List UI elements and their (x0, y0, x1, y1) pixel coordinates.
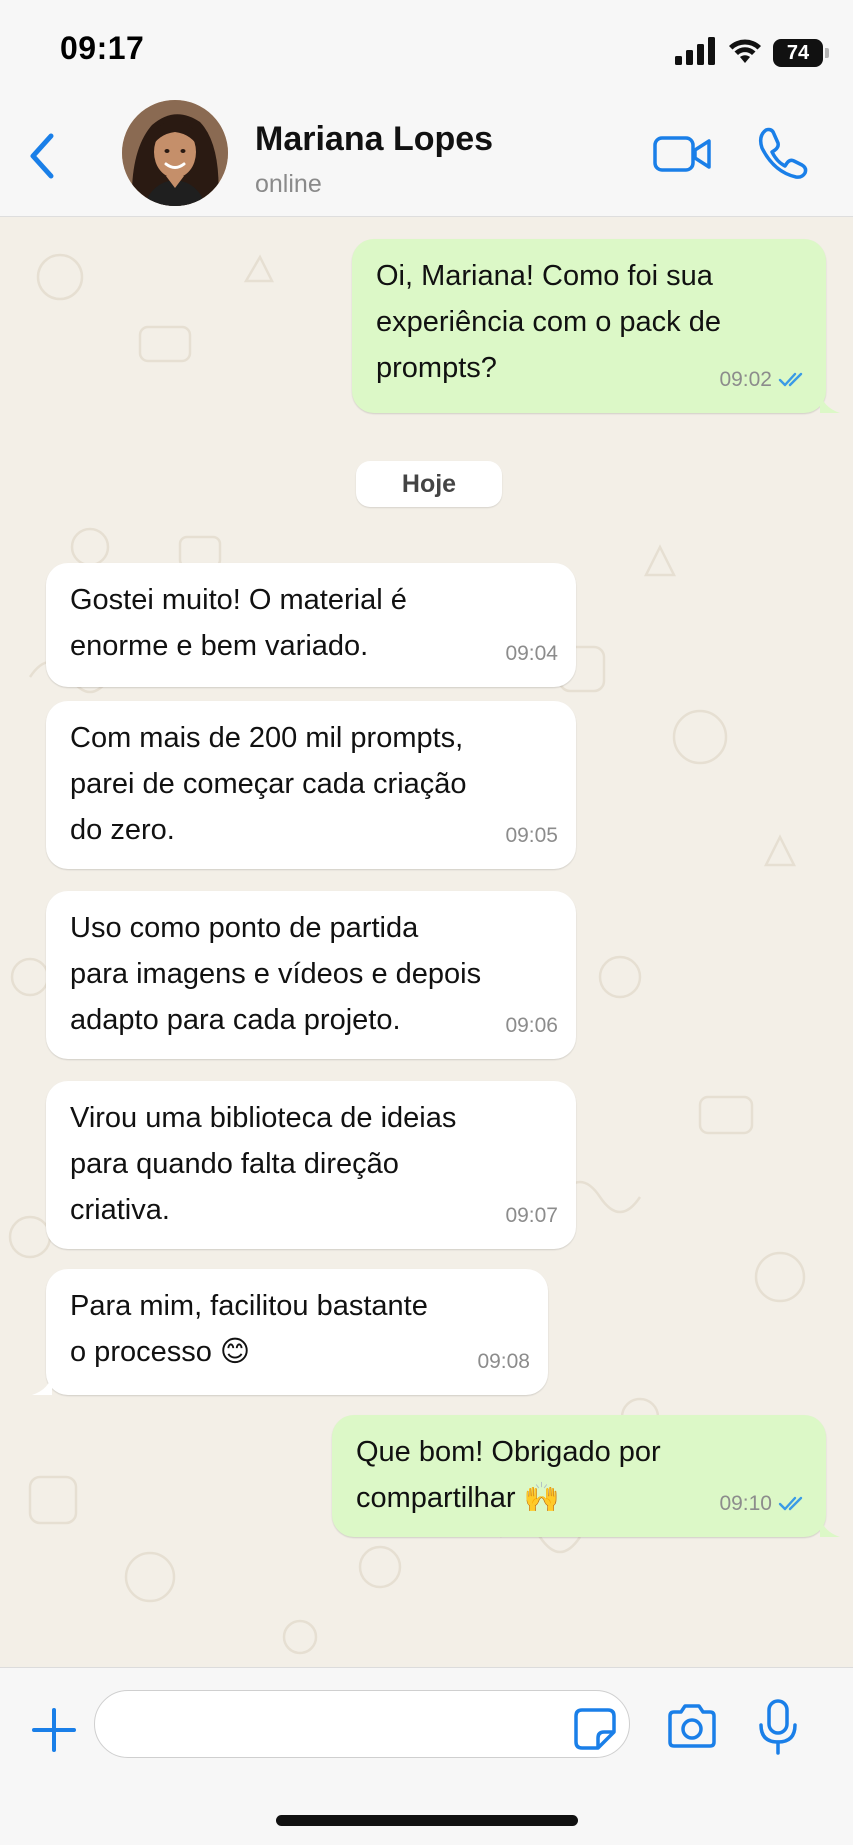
back-chevron-icon (30, 133, 54, 179)
camera-button[interactable] (664, 1702, 720, 1752)
message-text: Gostei muito! O material é enorme e bem … (70, 584, 407, 662)
message-meta: 09:06 (505, 1003, 558, 1049)
camera-icon (668, 1704, 716, 1748)
back-button[interactable] (20, 128, 64, 184)
message-input[interactable] (94, 1690, 630, 1758)
message-time: 09:10 (719, 1492, 772, 1515)
message-time: 09:05 (505, 824, 558, 847)
microphone-button[interactable] (756, 1698, 800, 1756)
sticker-button[interactable] (572, 1706, 618, 1752)
contact-name[interactable]: Mariana Lopes (255, 120, 493, 159)
microphone-icon (759, 1699, 797, 1755)
attach-button[interactable] (28, 1704, 80, 1756)
chat-header: Mariana Lopes online (0, 100, 853, 217)
message-meta: 09:10 (719, 1481, 808, 1527)
chat-area[interactable]: Oi, Mariana! Como foi sua experiência co… (0, 217, 853, 1667)
date-separator: Hoje (356, 461, 502, 507)
message-meta: 09:08 (477, 1339, 530, 1385)
bubble-tail (820, 391, 840, 413)
video-call-button[interactable] (652, 130, 714, 178)
message-time: 09:02 (719, 368, 772, 391)
avatar[interactable] (122, 100, 228, 206)
plus-icon (32, 1708, 76, 1752)
message-text: Virou uma biblioteca de ideias para quan… (70, 1102, 457, 1226)
message-time: 09:07 (505, 1204, 558, 1227)
message-text: Uso como ponto de partida para imagens e… (70, 912, 482, 1036)
battery-icon: 74 (773, 39, 829, 67)
message-bubble-incoming[interactable]: Com mais de 200 mil prompts, parei de co… (46, 701, 576, 869)
message-time: 09:04 (505, 642, 558, 665)
read-ticks-icon (778, 372, 803, 387)
bubble-tail (32, 1373, 52, 1395)
message-time: 09:08 (477, 1350, 530, 1373)
message-bubble-outgoing[interactable]: Que bom! Obrigado por compartilhar 🙌 09:… (332, 1415, 840, 1537)
message-bubble-outgoing[interactable]: Oi, Mariana! Como foi sua experiência co… (352, 239, 840, 413)
message-text: Que bom! Obrigado por compartilhar 🙌 (356, 1436, 661, 1514)
bubble-tail (820, 1515, 840, 1537)
voice-call-button[interactable] (754, 124, 810, 180)
status-time: 09:17 (60, 30, 145, 66)
message-meta: 09:04 (505, 631, 558, 677)
message-meta: 09:02 (719, 357, 808, 403)
message-meta: 09:05 (505, 813, 558, 859)
home-indicator (276, 1815, 578, 1826)
message-time: 09:06 (505, 1014, 558, 1037)
battery-level: 74 (786, 41, 810, 64)
status-bar: 09:17 74 (0, 0, 853, 100)
read-ticks-icon (778, 1496, 803, 1511)
cellular-signal-icon (675, 36, 717, 70)
message-bubble-incoming[interactable]: Gostei muito! O material é enorme e bem … (46, 563, 576, 687)
message-text: Oi, Mariana! Como foi sua experiência co… (376, 260, 721, 384)
message-bubble-incoming[interactable]: Uso como ponto de partida para imagens e… (46, 891, 576, 1059)
video-call-icon (653, 136, 711, 172)
sticker-icon (574, 1708, 616, 1750)
message-meta: 09:07 (505, 1193, 558, 1239)
wifi-icon (727, 37, 763, 70)
message-text: Com mais de 200 mil prompts, parei de co… (70, 722, 467, 846)
contact-photo (122, 100, 228, 206)
message-text: Para mim, facilitou bastante o processo … (70, 1290, 428, 1368)
status-icons: 74 (675, 36, 829, 70)
contact-status: online (255, 170, 322, 198)
message-bubble-incoming[interactable]: Para mim, facilitou bastante o processo … (32, 1269, 548, 1395)
message-bubble-incoming[interactable]: Virou uma biblioteca de ideias para quan… (46, 1081, 576, 1249)
phone-call-icon (758, 127, 808, 179)
input-bar (0, 1667, 853, 1845)
